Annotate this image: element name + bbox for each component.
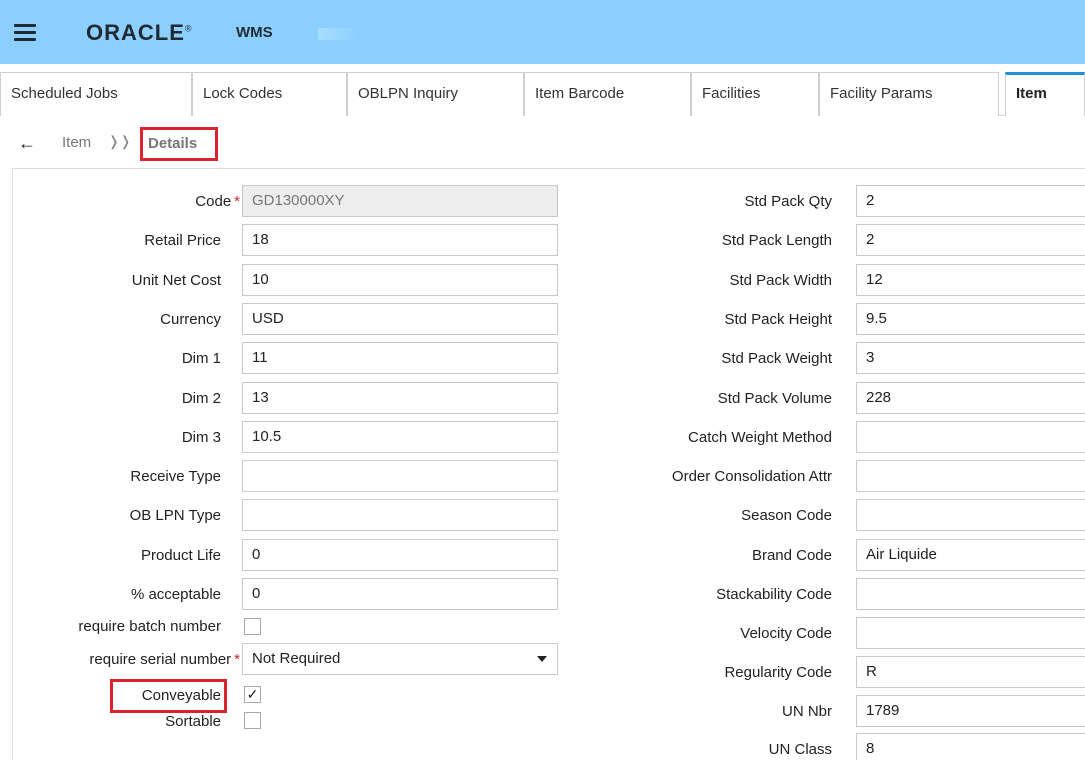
std-pack-height-field[interactable]: 9.5 xyxy=(856,303,1085,335)
un-class-label: UN Class xyxy=(768,741,832,758)
un-class-field[interactable]: 8 xyxy=(856,733,1085,760)
currency-label: Currency xyxy=(160,311,221,328)
velocity-code-label: Velocity Code xyxy=(740,625,832,642)
velocity-code-field[interactable] xyxy=(856,617,1085,649)
conveyable-label: Conveyable xyxy=(141,687,221,704)
retail-price-label: Retail Price xyxy=(144,232,221,249)
ob-lpn-type-label: OB LPN Type xyxy=(129,507,221,524)
std-pack-qty-label: Std Pack Qty xyxy=(744,193,832,210)
dim3-label: Dim 3 xyxy=(181,429,221,446)
product-life-label: Product Life xyxy=(140,547,221,564)
std-pack-length-label: Std Pack Length xyxy=(721,232,832,249)
catch-weight-method-label: Catch Weight Method xyxy=(688,429,832,446)
breadcrumb-separator-icon: ❭❭ xyxy=(108,133,132,149)
top-bar: ORACLE® WMS xyxy=(0,0,1085,64)
conveyable-checkbox[interactable]: ✓ xyxy=(244,686,261,703)
std-pack-height-label: Std Pack Height xyxy=(724,311,832,328)
require-serial-label: require serial number * xyxy=(89,651,240,668)
tab-facilities[interactable]: Facilities xyxy=(691,72,819,116)
breadcrumb-current: Details xyxy=(140,127,218,161)
sortable-checkbox[interactable] xyxy=(244,712,261,729)
order-consolidation-attr-field[interactable] xyxy=(856,460,1085,492)
std-pack-width-field[interactable]: 12 xyxy=(856,264,1085,296)
dim1-field[interactable]: 11 xyxy=(242,342,558,374)
brand-code-field[interactable]: Air Liquide xyxy=(856,539,1085,571)
pct-acceptable-label: % acceptable xyxy=(130,586,221,603)
require-serial-select[interactable]: Not Required xyxy=(242,643,558,675)
brand-code-label: Brand Code xyxy=(751,547,832,564)
un-nbr-label: UN Nbr xyxy=(781,703,832,720)
pct-acceptable-field[interactable]: 0 xyxy=(242,578,558,610)
app-name: WMS xyxy=(236,24,273,41)
breadcrumb: ← Item ❭❭ Details xyxy=(0,124,1085,162)
dim1-label: Dim 1 xyxy=(181,350,221,367)
receive-type-label: Receive Type xyxy=(130,468,221,485)
require-batch-checkbox[interactable] xyxy=(244,618,261,635)
order-consolidation-attr-label: Order Consolidation Attr xyxy=(671,468,832,485)
stackability-code-field[interactable] xyxy=(856,578,1085,610)
menu-icon[interactable] xyxy=(14,24,36,42)
regularity-code-field[interactable]: R xyxy=(856,656,1085,688)
std-pack-weight-field[interactable]: 3 xyxy=(856,342,1085,374)
std-pack-volume-field[interactable]: 228 xyxy=(856,382,1085,414)
dim3-field[interactable]: 10.5 xyxy=(242,421,558,453)
dim2-field[interactable]: 13 xyxy=(242,382,558,414)
receive-type-field[interactable] xyxy=(242,460,558,492)
stackability-code-label: Stackability Code xyxy=(716,586,832,603)
un-nbr-field[interactable]: 1789 xyxy=(856,695,1085,727)
app-subtitle-placeholder xyxy=(318,28,358,40)
tab-item[interactable]: Item xyxy=(1005,72,1085,116)
std-pack-weight-label: Std Pack Weight xyxy=(721,350,832,367)
unit-net-cost-field[interactable]: 10 xyxy=(242,264,558,296)
std-pack-width-label: Std Pack Width xyxy=(729,272,832,289)
dim2-label: Dim 2 xyxy=(181,390,221,407)
std-pack-qty-field[interactable]: 2 xyxy=(856,185,1085,217)
item-details-form: Code * GD130000XY Retail Price 18 Unit Ne… xyxy=(12,168,1085,760)
unit-net-cost-label: Unit Net Cost xyxy=(131,272,221,289)
sortable-label: Sortable xyxy=(165,713,221,730)
season-code-label: Season Code xyxy=(741,507,832,524)
tab-oblpn-inquiry[interactable]: OBLPN Inquiry xyxy=(347,72,524,116)
catch-weight-method-field[interactable] xyxy=(856,421,1085,453)
std-pack-volume-label: Std Pack Volume xyxy=(717,390,832,407)
regularity-code-label: Regularity Code xyxy=(724,664,832,681)
ob-lpn-type-field[interactable] xyxy=(242,499,558,531)
season-code-field[interactable] xyxy=(856,499,1085,531)
back-arrow-icon[interactable]: ← xyxy=(18,133,36,154)
tab-scheduled-jobs[interactable]: Scheduled Jobs xyxy=(0,72,192,116)
currency-field[interactable]: USD xyxy=(242,303,558,335)
tab-facility-params[interactable]: Facility Params xyxy=(819,72,999,116)
product-life-field[interactable]: 0 xyxy=(242,539,558,571)
code-field: GD130000XY xyxy=(242,185,558,217)
code-label: Code * xyxy=(195,193,240,210)
tab-item-barcode[interactable]: Item Barcode xyxy=(524,72,691,116)
oracle-logo: ORACLE® xyxy=(86,20,193,45)
std-pack-length-field[interactable]: 2 xyxy=(856,224,1085,256)
tab-lock-codes[interactable]: Lock Codes xyxy=(192,72,347,116)
require-serial-value: Not Required xyxy=(252,650,341,667)
breadcrumb-item[interactable]: Item xyxy=(62,134,91,151)
retail-price-field[interactable]: 18 xyxy=(242,224,558,256)
require-batch-label: require batch number xyxy=(78,618,221,635)
dropdown-arrow-icon xyxy=(537,656,547,662)
tab-bar: Scheduled Jobs Lock Codes OBLPN Inquiry … xyxy=(0,72,1085,116)
